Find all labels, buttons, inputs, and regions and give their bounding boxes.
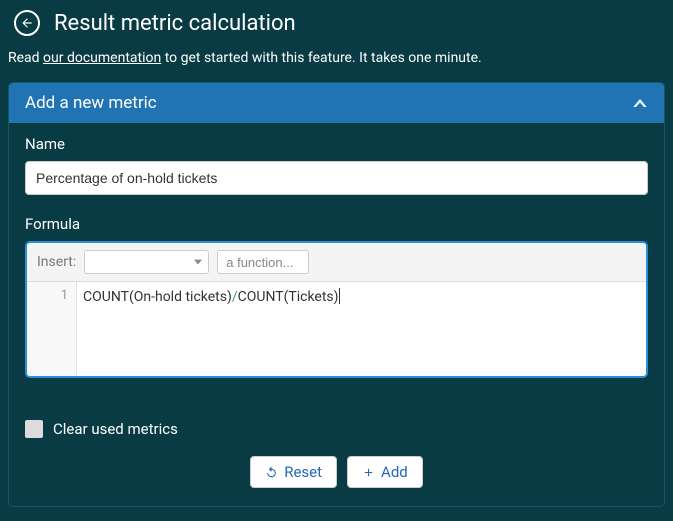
clear-used-metrics-checkbox[interactable] bbox=[25, 420, 43, 438]
undo-icon bbox=[265, 466, 278, 479]
documentation-link[interactable]: our documentation bbox=[43, 50, 161, 66]
formula-token: COUNT(Tickets) bbox=[238, 289, 339, 305]
formula-label: Formula bbox=[25, 215, 648, 233]
formula-editor[interactable]: 1 COUNT(On-hold tickets)/COUNT(Tickets) bbox=[27, 282, 646, 376]
page-title: Result metric calculation bbox=[54, 11, 296, 36]
add-metric-panel: Add a new metric Name Formula Insert: 1 … bbox=[8, 82, 665, 507]
name-label: Name bbox=[25, 135, 648, 153]
insert-function-input[interactable] bbox=[217, 250, 309, 274]
clear-used-metrics-label: Clear used metrics bbox=[53, 420, 178, 438]
intro-pre: Read bbox=[8, 50, 43, 66]
insert-label: Insert: bbox=[37, 254, 76, 270]
editor-gutter: 1 bbox=[27, 282, 77, 376]
panel-title: Add a new metric bbox=[25, 93, 157, 113]
insert-toolbar: Insert: bbox=[27, 243, 646, 282]
intro-post: to get started with this feature. It tak… bbox=[161, 50, 482, 66]
reset-label: Reset bbox=[284, 463, 322, 481]
chevron-up-icon bbox=[632, 97, 648, 109]
reset-button[interactable]: Reset bbox=[250, 456, 337, 488]
formula-token: COUNT(On-hold tickets) bbox=[83, 289, 232, 305]
text-caret bbox=[339, 288, 340, 304]
metric-name-input[interactable] bbox=[25, 161, 648, 195]
formula-box: Insert: 1 COUNT(On-hold tickets)/COUNT(T… bbox=[25, 241, 648, 378]
panel-header[interactable]: Add a new metric bbox=[9, 83, 664, 123]
editor-code[interactable]: COUNT(On-hold tickets)/COUNT(Tickets) bbox=[77, 282, 646, 376]
add-button[interactable]: Add bbox=[347, 456, 423, 488]
plus-icon bbox=[362, 466, 375, 479]
add-label: Add bbox=[381, 463, 408, 481]
insert-metric-select[interactable] bbox=[84, 250, 209, 274]
caret-down-icon bbox=[194, 258, 202, 266]
arrow-left-icon bbox=[20, 16, 34, 30]
line-number: 1 bbox=[61, 288, 68, 303]
back-button[interactable] bbox=[14, 10, 40, 36]
intro-text: Read our documentation to get started wi… bbox=[0, 42, 673, 82]
panel-body: Name Formula Insert: 1 COUNT(On-hold tic… bbox=[9, 123, 664, 506]
